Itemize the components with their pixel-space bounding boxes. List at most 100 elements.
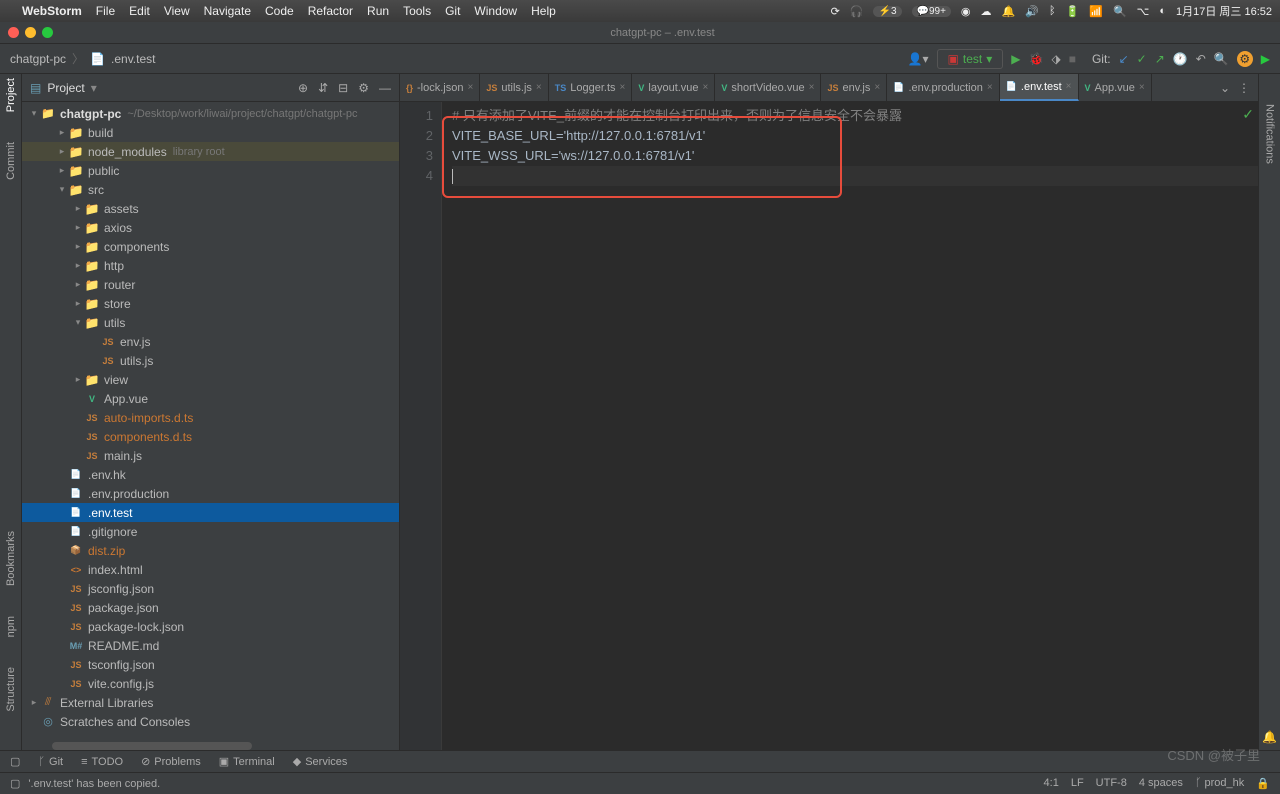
tree-item-index-html[interactable]: <>index.html (22, 560, 399, 579)
menu-tools[interactable]: Tools (403, 4, 431, 18)
tree-item-env-js[interactable]: JSenv.js (22, 332, 399, 351)
code-content[interactable]: # 只有添加了VITE_前缀的才能在控制台打印出来，否则为了信息安全不会暴露VI… (442, 102, 1258, 750)
zoom-window-icon[interactable] (42, 27, 53, 38)
close-tab-icon[interactable]: × (1066, 81, 1072, 92)
tree-item--gitignore[interactable]: 📄.gitignore (22, 522, 399, 541)
avatar-icon[interactable]: ▶ (1261, 52, 1270, 66)
tree-item-view[interactable]: ▸📁view (22, 370, 399, 389)
tree-item-public[interactable]: ▸📁public (22, 161, 399, 180)
git-push-icon[interactable]: ↗ (1155, 52, 1165, 66)
tree-item-components-d-ts[interactable]: JScomponents.d.ts (22, 427, 399, 446)
hide-panel-icon[interactable]: — (379, 81, 391, 95)
tree-item-store[interactable]: ▸📁store (22, 294, 399, 313)
status-box-icon[interactable]: ▢ (10, 777, 20, 790)
caret-position[interactable]: 4:1 (1044, 777, 1059, 790)
structure-tool-tab[interactable]: Structure (5, 667, 17, 712)
tabs-dropdown-icon[interactable]: ⌄ (1220, 81, 1230, 95)
tree-item-package-json[interactable]: JSpackage.json (22, 598, 399, 617)
project-panel-title[interactable]: Project (47, 81, 84, 95)
git-branch[interactable]: ᚴ prod_hk (1195, 777, 1244, 790)
tree-item-auto-imports-d-ts[interactable]: JSauto-imports.d.ts (22, 408, 399, 427)
lock-icon[interactable]: 🔒 (1256, 777, 1270, 790)
tree-item-app-vue[interactable]: VApp.vue (22, 389, 399, 408)
menu-navigate[interactable]: Navigate (204, 4, 251, 18)
close-tab-icon[interactable]: × (809, 82, 815, 93)
editor-tab-env-js[interactable]: JSenv.js× (821, 74, 887, 101)
editor-tab--env-test[interactable]: 📄.env.test× (1000, 74, 1079, 101)
file-encoding[interactable]: UTF-8 (1096, 777, 1127, 790)
tree-item-assets[interactable]: ▸📁assets (22, 199, 399, 218)
close-tab-icon[interactable]: × (1139, 82, 1145, 93)
close-tab-icon[interactable]: × (536, 82, 542, 93)
inspection-ok-icon[interactable]: ✓ (1242, 106, 1254, 123)
menu-git[interactable]: Git (445, 4, 460, 18)
coverage-button[interactable]: ⬗ (1051, 52, 1060, 66)
editor-tab-utils-js[interactable]: JSutils.js× (480, 74, 548, 101)
commit-tool-tab[interactable]: Commit (5, 142, 17, 180)
menu-window[interactable]: Window (474, 4, 517, 18)
tree-item-vite-config-js[interactable]: JSvite.config.js (22, 674, 399, 693)
menu-help[interactable]: Help (531, 4, 556, 18)
close-window-icon[interactable] (8, 27, 19, 38)
tree-item-jsconfig-json[interactable]: JSjsconfig.json (22, 579, 399, 598)
search-icon[interactable]: 🔍 (1113, 5, 1127, 18)
tree-item-package-lock-json[interactable]: JSpackage-lock.json (22, 617, 399, 636)
editor-tab-layout-vue[interactable]: Vlayout.vue× (632, 74, 715, 101)
git-rollback-icon[interactable]: ↶ (1196, 52, 1206, 66)
notifications-tool-tab[interactable]: Notifications (1264, 104, 1276, 164)
search-everywhere-icon[interactable]: 🔍 (1214, 52, 1229, 66)
code-editor[interactable]: 1234 # 只有添加了VITE_前缀的才能在控制台打印出来，否则为了信息安全不… (400, 102, 1258, 750)
expand-all-icon[interactable]: ⇵ (318, 81, 328, 95)
user-icon[interactable]: 👤▾ (908, 52, 929, 66)
menu-view[interactable]: View (164, 4, 190, 18)
todo-tool[interactable]: ≡TODO (81, 756, 123, 768)
panel-settings-icon[interactable]: ⚙ (358, 81, 369, 95)
chevron-down-icon[interactable]: ▾ (91, 81, 97, 95)
tree-item--env-hk[interactable]: 📄.env.hk (22, 465, 399, 484)
tree-item--env-test[interactable]: 📄.env.test (22, 503, 399, 522)
minimize-window-icon[interactable] (25, 27, 36, 38)
scratches-consoles[interactable]: ◎ Scratches and Consoles (22, 712, 399, 731)
external-libraries[interactable]: ▸⫻ External Libraries (22, 693, 399, 712)
tree-item-utils[interactable]: ▾📁utils (22, 313, 399, 332)
tree-item-readme-md[interactable]: M#README.md (22, 636, 399, 655)
tree-item-router[interactable]: ▸📁router (22, 275, 399, 294)
editor-tab-shortvideo-vue[interactable]: VshortVideo.vue× (715, 74, 821, 101)
menu-edit[interactable]: Edit (129, 4, 150, 18)
editor-tab--lock-json[interactable]: {}-lock.json× (400, 74, 480, 101)
tree-item--env-production[interactable]: 📄.env.production (22, 484, 399, 503)
breadcrumb-root[interactable]: chatgpt-pc (10, 52, 66, 66)
git-history-icon[interactable]: 🕐 (1173, 52, 1188, 66)
tree-item-build[interactable]: ▸📁build (22, 123, 399, 142)
run-config-selector[interactable]: ▣ test ▾ (937, 49, 1004, 69)
npm-tool-tab[interactable]: npm (5, 616, 17, 637)
tabs-more-icon[interactable]: ⋮ (1238, 81, 1250, 95)
services-tool[interactable]: ◆Services (293, 755, 348, 768)
bookmarks-tool-tab[interactable]: Bookmarks (5, 531, 17, 586)
indent-setting[interactable]: 4 spaces (1139, 777, 1183, 790)
stop-button[interactable]: ■ (1069, 52, 1076, 66)
git-tool[interactable]: ᚴGit (38, 756, 63, 768)
select-file-icon[interactable]: ⊕ (298, 81, 308, 95)
git-commit-icon[interactable]: ✓ (1137, 52, 1147, 66)
close-tab-icon[interactable]: × (874, 82, 880, 93)
tree-item-tsconfig-json[interactable]: JStsconfig.json (22, 655, 399, 674)
close-tab-icon[interactable]: × (620, 82, 626, 93)
tree-item-node-modules[interactable]: ▸📁node_moduleslibrary root (22, 142, 399, 161)
close-tab-icon[interactable]: × (467, 82, 473, 93)
tree-item-http[interactable]: ▸📁http (22, 256, 399, 275)
menu-file[interactable]: File (96, 4, 115, 18)
run-button[interactable]: ▶ (1011, 52, 1020, 66)
editor-tab--env-production[interactable]: 📄.env.production× (887, 74, 999, 101)
line-separator[interactable]: LF (1071, 777, 1084, 790)
tree-item-src[interactable]: ▾📁src (22, 180, 399, 199)
siri-icon[interactable]: ◐ (1159, 5, 1166, 17)
problems-tool[interactable]: ⊘Problems (141, 755, 201, 768)
tree-item-main-js[interactable]: JSmain.js (22, 446, 399, 465)
horizontal-scrollbar[interactable] (52, 742, 252, 750)
editor-tab-app-vue[interactable]: VApp.vue× (1079, 74, 1152, 101)
clock[interactable]: 1月17日 周三 16:52 (1176, 3, 1272, 19)
notification-bell-icon[interactable]: 🔔 (1262, 730, 1277, 744)
terminal-tool[interactable]: ▣Terminal (219, 755, 275, 768)
app-name[interactable]: WebStorm (22, 4, 82, 18)
